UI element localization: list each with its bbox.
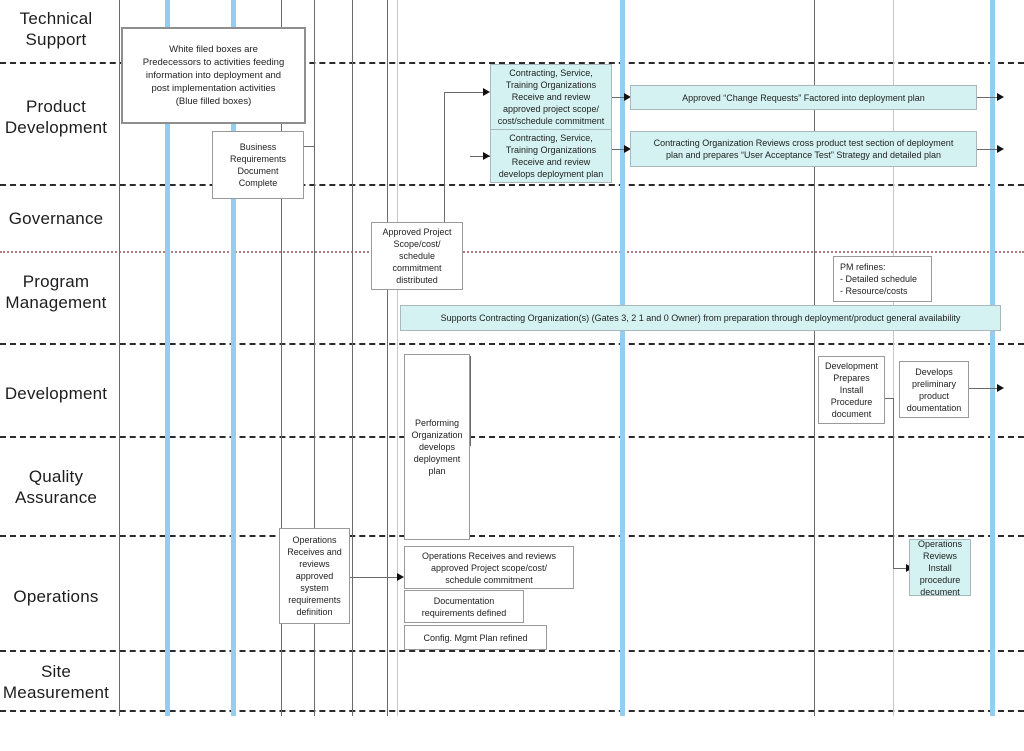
node-user-acceptance-test: Contracting Organization Reviews cross p… (630, 131, 977, 167)
connector-install-stub (884, 398, 894, 399)
node-config-mgmt-plan: Config. Mgmt Plan refined (404, 625, 547, 650)
connector-prelim-out (969, 388, 1000, 389)
node-change-requests: Approved “Change Requests” Factored into… (630, 85, 977, 110)
node-legend: White filed boxes are Predecessors to ac… (121, 27, 306, 124)
lane-separator-product-development (0, 184, 1024, 186)
lane-label-operations: Operations (13, 587, 99, 606)
node-business-requirements: Business Requirements Document Complete (212, 131, 304, 199)
node-operations-receives-system-requirements: Operations Receives and reviews approved… (279, 528, 350, 624)
node-supports-contracting: Supports Contracting Organization(s) (Ga… (400, 305, 1001, 331)
rail-gray-5 (387, 0, 388, 716)
arrowhead-uat-out (997, 145, 1004, 153)
node-performing-org-plan: Performing Organization develops deploym… (404, 354, 470, 540)
node-approved-project-scope: Approved Project Scope/cost/ schedule co… (371, 222, 463, 290)
node-operations-receives-scope: Operations Receives and reviews approved… (404, 546, 574, 589)
lane-separator-operations (0, 650, 1024, 652)
lane-separator-quality-assurance (0, 535, 1024, 537)
rail-blue-3 (620, 0, 625, 716)
node-develops-preliminary-documentation: Develops preliminary product doumentatio… (899, 361, 969, 418)
lane-separator-governance (0, 251, 1024, 253)
lane-label-quality-assurance: Quality Assurance (14, 467, 98, 507)
swimlane-diagram: Technical Support Product Development Go… (0, 0, 1024, 751)
connector-ops-to-scope (349, 577, 402, 578)
arrowhead-change-out (997, 93, 1004, 101)
lane-label-product-development: Product Development (4, 97, 108, 137)
connector-brd-to-scope (314, 146, 315, 226)
arrowhead-contracting2 (483, 152, 490, 160)
rail-blue-4 (990, 0, 995, 716)
arrowhead-ops-scope (397, 573, 404, 581)
lane-label-technical-support: Technical Support (19, 9, 93, 49)
lane-separator-site-measurement (0, 710, 1024, 712)
node-documentation-requirements: Documentation requirements defined (404, 590, 524, 623)
connector-performing-right (470, 356, 471, 446)
lane-separator-program-management (0, 343, 1024, 345)
lane-label-program-management: Program Management (5, 272, 107, 312)
node-development-install-procedure: Development Prepares Install Procedure d… (818, 356, 885, 424)
rail-gray-6 (397, 0, 398, 716)
node-contracting-receive-scope: Contracting, Service, Training Organizat… (490, 64, 612, 130)
connector-install-down (893, 398, 894, 568)
lane-label-governance: Governance (8, 209, 104, 228)
connector-scope-up (444, 92, 445, 226)
rail-gray-1 (119, 0, 120, 716)
node-pm-refines: PM refines: - Detailed schedule - Resour… (833, 256, 932, 302)
arrowhead-prelim-out (997, 384, 1004, 392)
lane-label-site-measurement: Site Measurement (2, 662, 110, 702)
node-operations-reviews-install: Operations Reviews Install procedure dec… (909, 539, 971, 597)
lane-label-development: Development (4, 384, 108, 403)
connector-scope-to-contracting1 (444, 92, 488, 93)
node-contracting-develops-plan: Contracting, Service, Training Organizat… (490, 129, 612, 183)
arrowhead-contracting1 (483, 88, 490, 96)
rail-gray-4 (352, 0, 353, 716)
lane-separator-development (0, 436, 1024, 438)
